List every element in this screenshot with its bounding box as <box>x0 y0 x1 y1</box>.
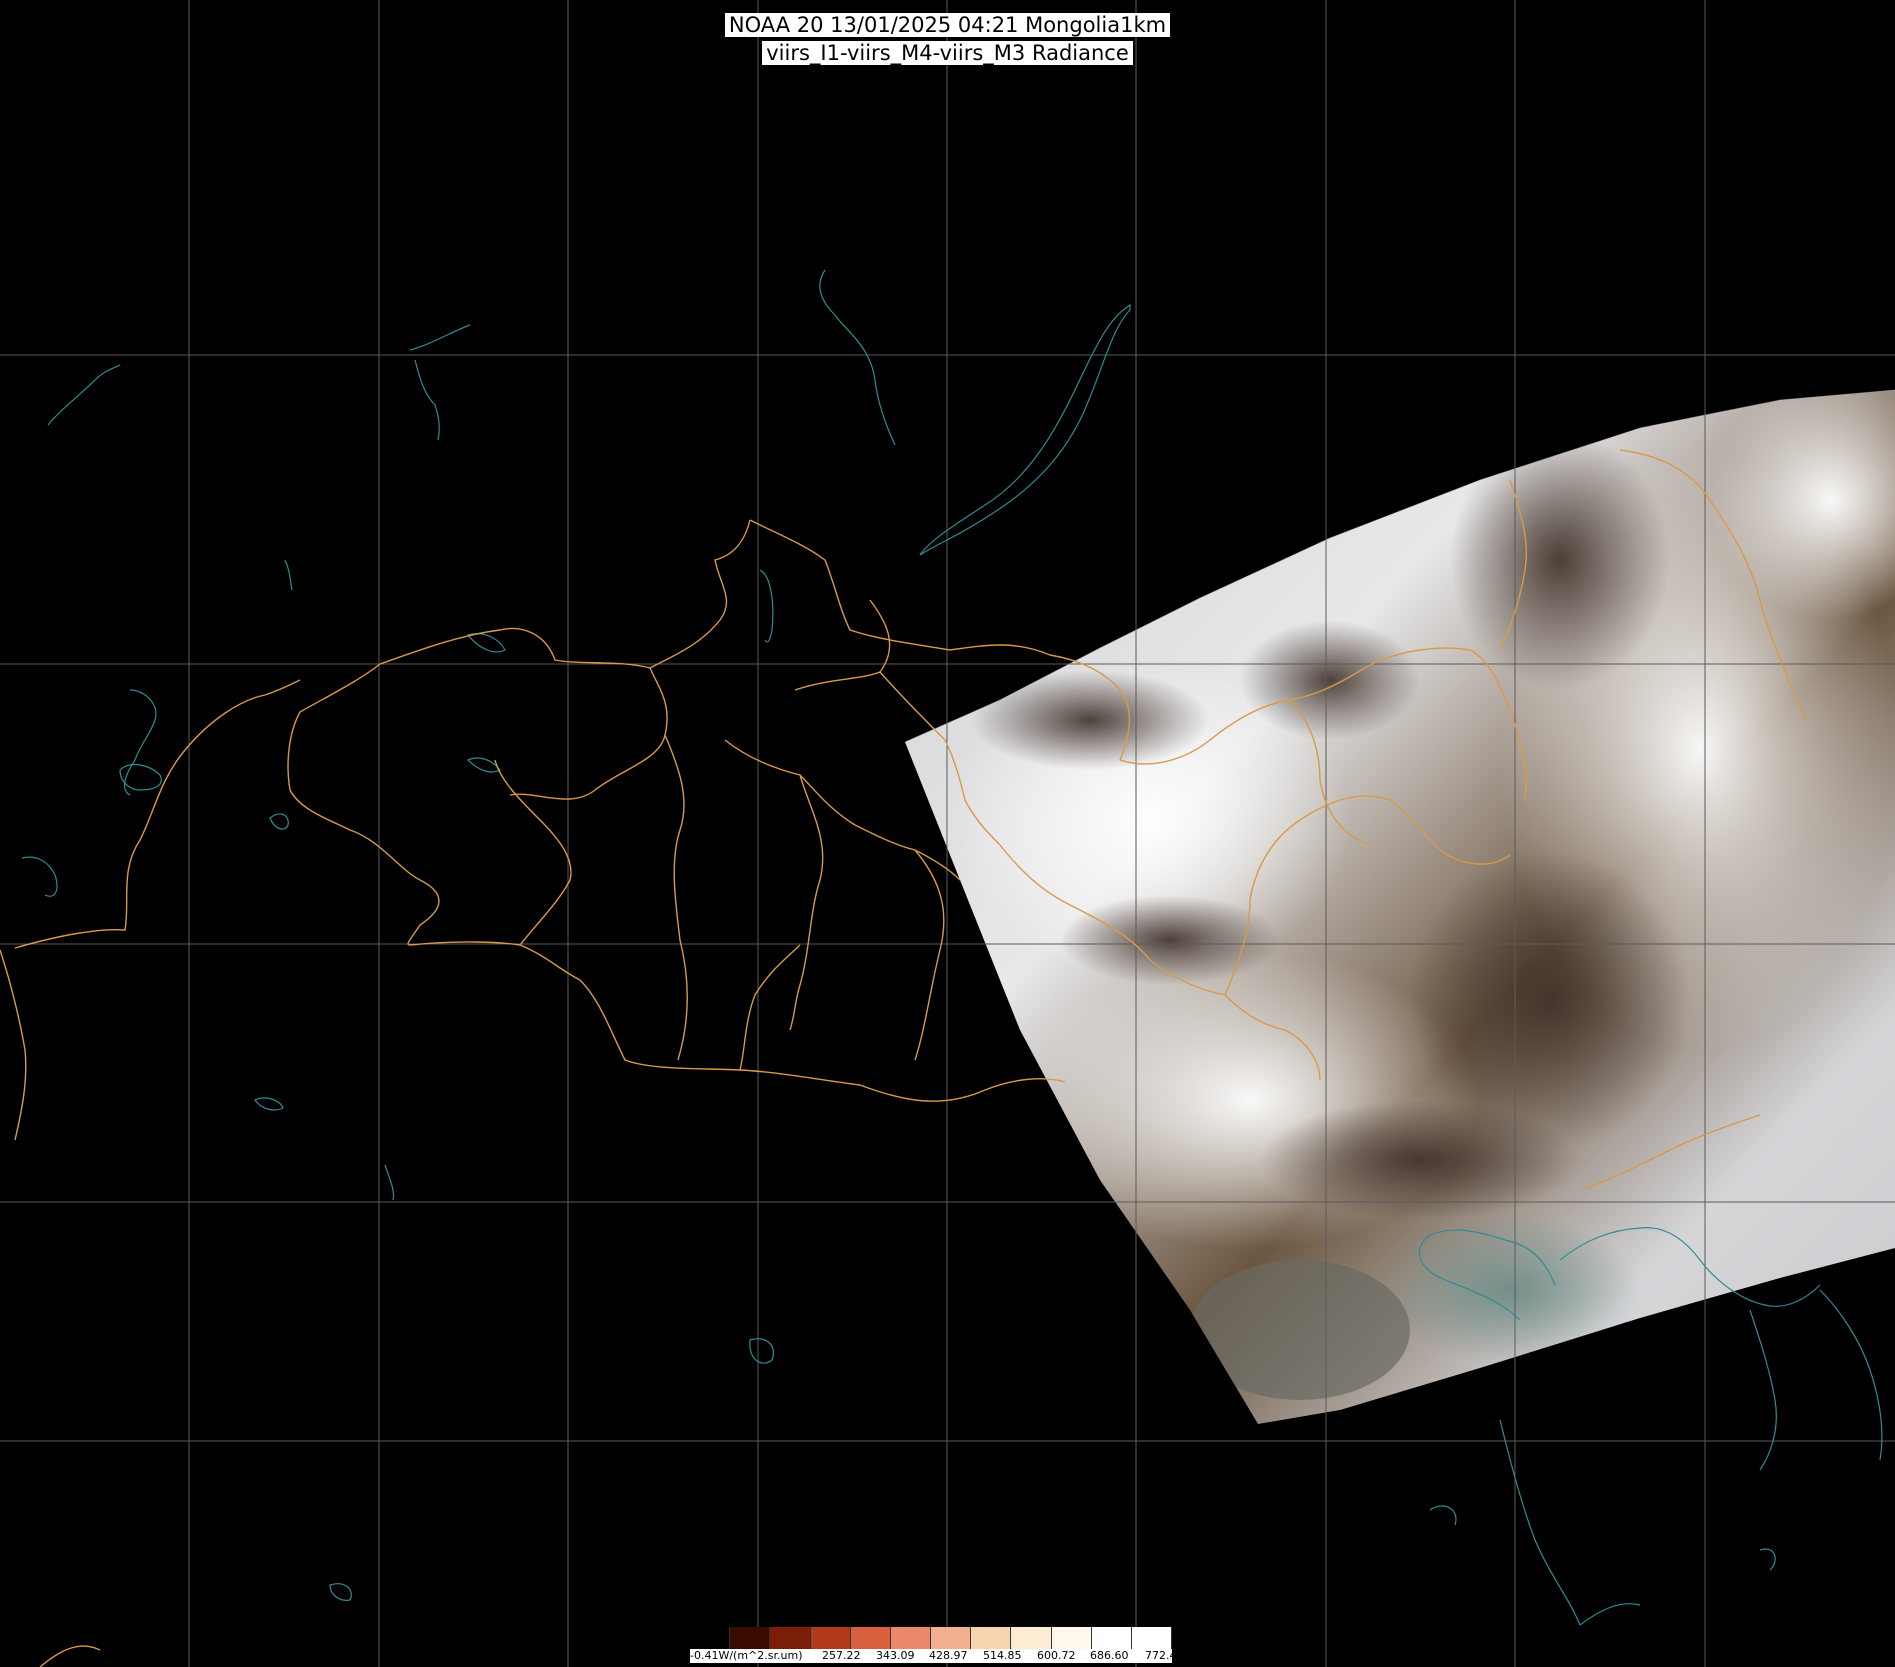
colorbar-tick-label: 600.72 <box>1037 1649 1076 1662</box>
colorbar-swatch <box>730 1627 771 1649</box>
colorbar-swatch <box>850 1627 891 1649</box>
colorbar-swatch <box>1091 1627 1132 1649</box>
satellite-map <box>0 0 1895 1667</box>
colorbar-tick-label: -0.41W/(m^2.sr.um) <box>690 1649 803 1662</box>
colorbar-swatch <box>931 1627 972 1649</box>
colorbar-swatch <box>770 1627 811 1649</box>
colorbar-labels: -0.41W/(m^2.sr.um) 257.22 343.09 428.97 514.… <box>690 1649 1184 1663</box>
satellite-swath <box>905 390 1895 1424</box>
title-line-satellite: NOAA 20 13/01/2025 04:21 Mongolia1km <box>724 13 1171 37</box>
title-line-product: viirs_I1-viirs_M4-viirs_M3 Radiance <box>762 41 1133 65</box>
colorbar-tick-label: 772.47 <box>1145 1649 1184 1662</box>
colorbar-tick-label: 343.09 <box>876 1649 915 1662</box>
title-block-product: viirs_I1-viirs_M4-viirs_M3 Radiance <box>0 41 1895 65</box>
colorbar-swatch <box>810 1627 851 1649</box>
colorbar-swatch <box>1011 1627 1052 1649</box>
colorbar-swatches <box>690 1627 1173 1649</box>
colorbar-legend: -0.41W/(m^2.sr.um) 257.22 343.09 428.97 514.… <box>690 1627 1184 1665</box>
colorbar-swatch <box>971 1627 1012 1649</box>
colorbar-swatch <box>1051 1627 1092 1649</box>
title-block: NOAA 20 13/01/2025 04:21 Mongolia1km <box>0 13 1895 37</box>
colorbar-swatch <box>690 1627 731 1649</box>
colorbar-swatch <box>1131 1627 1173 1649</box>
colorbar-tick-label: 428.97 <box>929 1649 968 1662</box>
colorbar-tick-label: 686.60 <box>1090 1649 1129 1662</box>
colorbar-swatch <box>890 1627 932 1649</box>
colorbar-tick-label: 257.22 <box>822 1649 861 1662</box>
colorbar-tick-label: 514.85 <box>983 1649 1022 1662</box>
